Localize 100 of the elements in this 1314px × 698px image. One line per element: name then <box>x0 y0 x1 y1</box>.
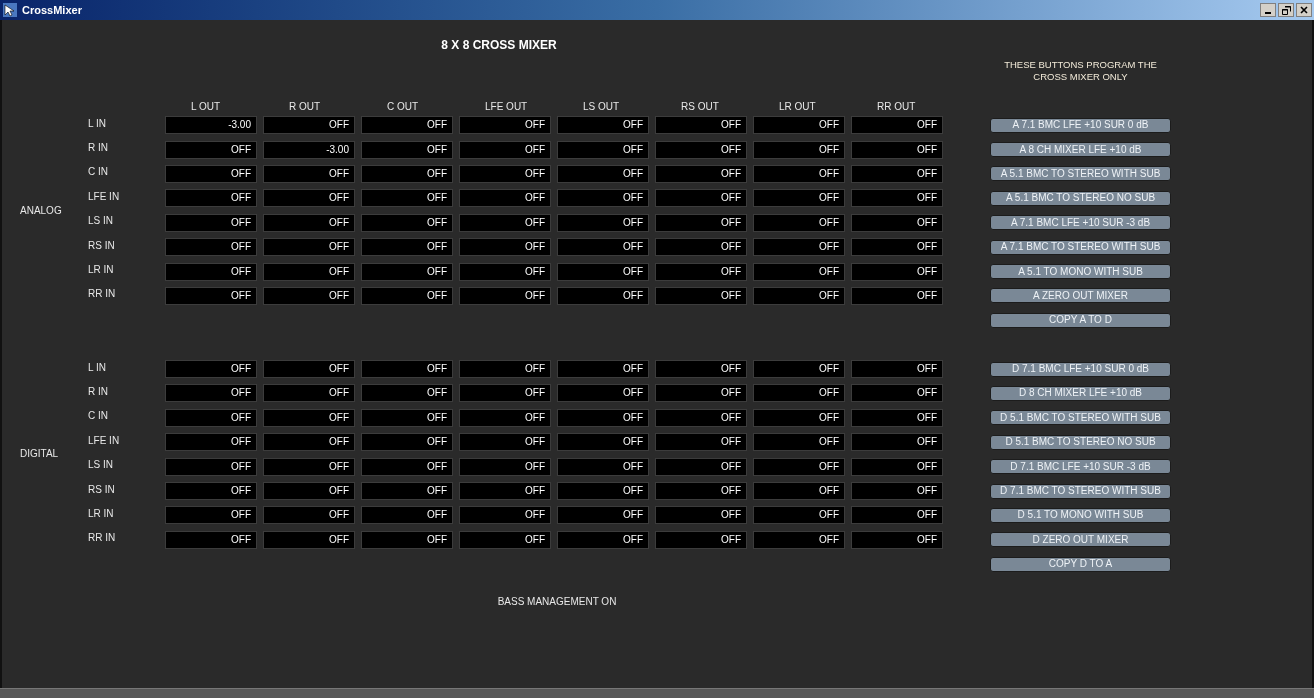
value-field[interactable]: OFF <box>655 457 747 476</box>
value-field[interactable]: OFF <box>263 482 355 501</box>
value-field[interactable]: -3.00 <box>165 116 257 135</box>
value-field[interactable]: OFF <box>557 140 649 159</box>
value-field[interactable]: OFF <box>263 384 355 403</box>
value-field[interactable]: OFF <box>557 433 649 452</box>
value-field[interactable]: OFF <box>851 457 943 476</box>
value-field[interactable]: OFF <box>655 140 747 159</box>
value-field[interactable]: OFF <box>851 164 943 183</box>
value-field[interactable]: OFF <box>263 360 355 379</box>
value-field[interactable]: OFF <box>557 360 649 379</box>
value-field[interactable]: OFF <box>753 286 845 305</box>
value-field[interactable]: OFF <box>165 262 257 281</box>
value-field[interactable]: OFF <box>361 408 453 427</box>
value-field[interactable]: OFF <box>557 213 649 232</box>
value-field[interactable]: OFF <box>165 238 257 257</box>
value-field[interactable]: OFF <box>361 530 453 549</box>
value-field[interactable]: OFF <box>263 506 355 525</box>
value-field[interactable]: OFF <box>165 530 257 549</box>
value-field[interactable]: OFF <box>361 238 453 257</box>
value-field[interactable]: OFF <box>557 189 649 208</box>
value-field[interactable]: OFF <box>851 116 943 135</box>
value-field[interactable]: OFF <box>655 433 747 452</box>
value-field[interactable]: OFF <box>263 530 355 549</box>
value-field[interactable]: OFF <box>851 506 943 525</box>
value-field[interactable]: OFF <box>361 116 453 135</box>
value-field[interactable]: OFF <box>655 286 747 305</box>
value-field[interactable]: OFF <box>851 433 943 452</box>
value-field[interactable]: OFF <box>557 482 649 501</box>
value-field[interactable]: OFF <box>263 408 355 427</box>
value-field[interactable]: OFF <box>459 164 551 183</box>
value-field[interactable]: OFF <box>851 238 943 257</box>
value-field[interactable]: OFF <box>753 457 845 476</box>
minimize-button[interactable] <box>1260 3 1276 17</box>
value-field[interactable]: OFF <box>655 384 747 403</box>
value-field[interactable]: OFF <box>459 189 551 208</box>
value-field[interactable]: OFF <box>753 482 845 501</box>
value-field[interactable]: OFF <box>655 116 747 135</box>
value-field[interactable]: OFF <box>753 116 845 135</box>
value-field[interactable]: OFF <box>459 506 551 525</box>
value-field[interactable]: OFF <box>753 189 845 208</box>
value-field[interactable]: OFF <box>459 482 551 501</box>
value-field[interactable]: OFF <box>263 213 355 232</box>
value-field[interactable]: OFF <box>753 384 845 403</box>
value-field[interactable]: OFF <box>361 213 453 232</box>
value-field[interactable]: OFF <box>851 360 943 379</box>
value-field[interactable]: OFF <box>557 286 649 305</box>
restore-button[interactable] <box>1278 3 1294 17</box>
value-field[interactable]: OFF <box>557 457 649 476</box>
value-field[interactable]: OFF <box>753 140 845 159</box>
value-field[interactable]: OFF <box>655 164 747 183</box>
value-field[interactable]: OFF <box>655 482 747 501</box>
value-field[interactable]: OFF <box>851 140 943 159</box>
value-field[interactable]: OFF <box>165 164 257 183</box>
value-field[interactable]: OFF <box>557 384 649 403</box>
value-field[interactable]: OFF <box>361 189 453 208</box>
value-field[interactable]: OFF <box>361 384 453 403</box>
value-field[interactable]: OFF <box>263 457 355 476</box>
value-field[interactable]: OFF <box>361 360 453 379</box>
value-field[interactable]: OFF <box>459 213 551 232</box>
value-field[interactable]: OFF <box>557 408 649 427</box>
value-field[interactable]: OFF <box>263 262 355 281</box>
value-field[interactable]: OFF <box>655 213 747 232</box>
value-field[interactable]: OFF <box>655 408 747 427</box>
value-field[interactable]: OFF <box>557 238 649 257</box>
value-field[interactable]: OFF <box>557 116 649 135</box>
value-field[interactable]: OFF <box>557 262 649 281</box>
value-field[interactable]: OFF <box>263 238 355 257</box>
value-field[interactable]: OFF <box>361 506 453 525</box>
value-field[interactable]: OFF <box>263 116 355 135</box>
value-field[interactable]: OFF <box>459 140 551 159</box>
value-field[interactable]: OFF <box>263 433 355 452</box>
value-field[interactable]: OFF <box>263 164 355 183</box>
value-field[interactable]: OFF <box>361 433 453 452</box>
value-field[interactable]: OFF <box>851 482 943 501</box>
value-field[interactable]: OFF <box>361 262 453 281</box>
value-field[interactable]: OFF <box>263 286 355 305</box>
value-field[interactable]: OFF <box>655 189 747 208</box>
value-field[interactable]: OFF <box>459 262 551 281</box>
value-field[interactable]: OFF <box>753 433 845 452</box>
value-field[interactable]: OFF <box>459 530 551 549</box>
value-field[interactable]: OFF <box>165 482 257 501</box>
value-field[interactable]: OFF <box>263 189 355 208</box>
value-field[interactable]: OFF <box>753 238 845 257</box>
value-field[interactable]: OFF <box>459 457 551 476</box>
value-field[interactable]: -3.00 <box>263 140 355 159</box>
value-field[interactable]: OFF <box>753 360 845 379</box>
value-field[interactable]: OFF <box>851 262 943 281</box>
value-field[interactable]: OFF <box>165 408 257 427</box>
value-field[interactable]: OFF <box>753 408 845 427</box>
value-field[interactable]: OFF <box>753 506 845 525</box>
value-field[interactable]: OFF <box>361 164 453 183</box>
value-field[interactable]: OFF <box>459 238 551 257</box>
value-field[interactable]: OFF <box>851 530 943 549</box>
value-field[interactable]: OFF <box>361 140 453 159</box>
value-field[interactable]: OFF <box>165 433 257 452</box>
value-field[interactable]: OFF <box>165 384 257 403</box>
value-field[interactable]: OFF <box>165 360 257 379</box>
value-field[interactable]: OFF <box>851 384 943 403</box>
value-field[interactable]: OFF <box>459 433 551 452</box>
